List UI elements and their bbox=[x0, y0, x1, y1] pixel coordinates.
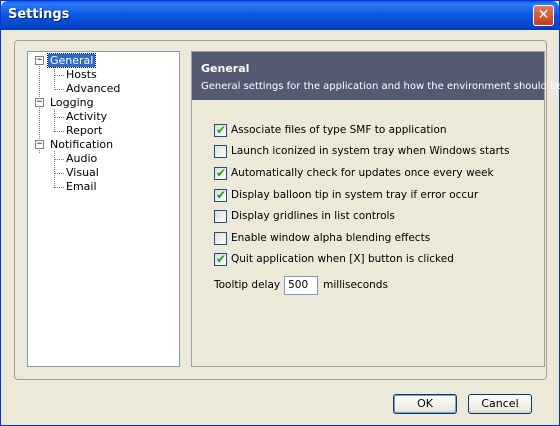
tree-connector bbox=[55, 75, 64, 76]
panel-header: General General settings for the applica… bbox=[192, 52, 560, 100]
tree-item-email[interactable]: Email bbox=[64, 180, 99, 193]
collapse-icon[interactable]: − bbox=[35, 140, 44, 149]
option-label: Quit application when [X] button is clic… bbox=[231, 253, 454, 265]
option-check-updates[interactable]: ✔ Automatically check for updates once e… bbox=[214, 166, 494, 180]
tree-connector bbox=[55, 159, 64, 160]
close-button[interactable]: ✕ bbox=[533, 5, 554, 26]
settings-tree[interactable]: − − − General Hosts Advanced Logging Act… bbox=[27, 51, 180, 367]
option-launch-iconized[interactable]: Launch iconized in system tray when Wind… bbox=[214, 144, 509, 158]
checkbox[interactable] bbox=[214, 231, 227, 245]
checkbox[interactable]: ✔ bbox=[214, 122, 227, 137]
tree-item-activity[interactable]: Activity bbox=[64, 110, 109, 123]
checkbox[interactable] bbox=[214, 144, 227, 158]
option-gridlines[interactable]: Display gridlines in list controls bbox=[214, 209, 395, 223]
tooltip-delay-unit: milliseconds bbox=[323, 279, 388, 291]
checkbox[interactable]: ✔ bbox=[214, 251, 227, 266]
collapse-icon[interactable]: − bbox=[35, 98, 44, 107]
panel-subtitle: General settings for the application and… bbox=[201, 81, 560, 92]
tooltip-delay-label: Tooltip delay bbox=[214, 279, 281, 291]
checkmark-icon: ✔ bbox=[216, 122, 227, 137]
tree-item-visual[interactable]: Visual bbox=[64, 166, 101, 179]
collapse-icon[interactable]: − bbox=[35, 56, 44, 65]
option-label: Automatically check for updates once eve… bbox=[231, 167, 494, 179]
tooltip-delay-row: Tooltip delay milliseconds bbox=[214, 275, 388, 295]
option-label: Enable window alpha blending effects bbox=[231, 232, 431, 244]
title-bar[interactable]: Settings ✕ bbox=[1, 1, 559, 30]
tree-item-advanced[interactable]: Advanced bbox=[64, 82, 122, 95]
checkbox[interactable] bbox=[214, 209, 227, 223]
option-label: Associate files of type SMF to applicati… bbox=[231, 124, 447, 136]
general-settings-panel: General General settings for the applica… bbox=[191, 51, 560, 367]
tree-connector bbox=[55, 173, 64, 174]
checkmark-icon: ✔ bbox=[216, 251, 227, 266]
tree-connector bbox=[54, 67, 55, 90]
tree-item-report[interactable]: Report bbox=[64, 124, 104, 137]
checkbox[interactable]: ✔ bbox=[214, 187, 227, 202]
tree-connector bbox=[54, 109, 55, 132]
tooltip-delay-input[interactable] bbox=[284, 275, 319, 295]
cancel-button[interactable]: Cancel bbox=[468, 394, 532, 414]
option-label: Display gridlines in list controls bbox=[231, 210, 395, 222]
option-associate-smf[interactable]: ✔ Associate files of type SMF to applica… bbox=[214, 123, 447, 137]
ok-button[interactable]: OK bbox=[393, 394, 457, 414]
option-quit-on-close[interactable]: ✔ Quit application when [X] button is cl… bbox=[214, 252, 454, 266]
checkmark-icon: ✔ bbox=[216, 187, 227, 202]
tree-connector bbox=[55, 187, 64, 188]
tree-item-hosts[interactable]: Hosts bbox=[64, 68, 99, 81]
checkmark-icon: ✔ bbox=[216, 165, 227, 180]
checkbox[interactable]: ✔ bbox=[214, 165, 227, 180]
tree-item-audio[interactable]: Audio bbox=[64, 152, 99, 165]
tree-item-general[interactable]: General bbox=[46, 53, 97, 68]
tree-item-logging[interactable]: Logging bbox=[48, 96, 96, 109]
option-balloon-tip[interactable]: ✔ Display balloon tip in system tray if … bbox=[214, 188, 478, 202]
tree-connector bbox=[55, 131, 64, 132]
window-title: Settings bbox=[8, 7, 70, 22]
option-label: Launch iconized in system tray when Wind… bbox=[231, 145, 510, 157]
tree-connector bbox=[54, 151, 55, 188]
settings-window: Settings ✕ − − − General Hosts Advanced … bbox=[0, 0, 560, 426]
tree-item-notification[interactable]: Notification bbox=[48, 138, 115, 151]
tree-connector bbox=[55, 117, 64, 118]
panel-title: General bbox=[201, 62, 250, 75]
option-alpha-blending[interactable]: Enable window alpha blending effects bbox=[214, 231, 430, 245]
close-icon: ✕ bbox=[537, 7, 550, 23]
option-label: Display balloon tip in system tray if er… bbox=[231, 189, 479, 201]
tree-connector bbox=[55, 89, 64, 90]
